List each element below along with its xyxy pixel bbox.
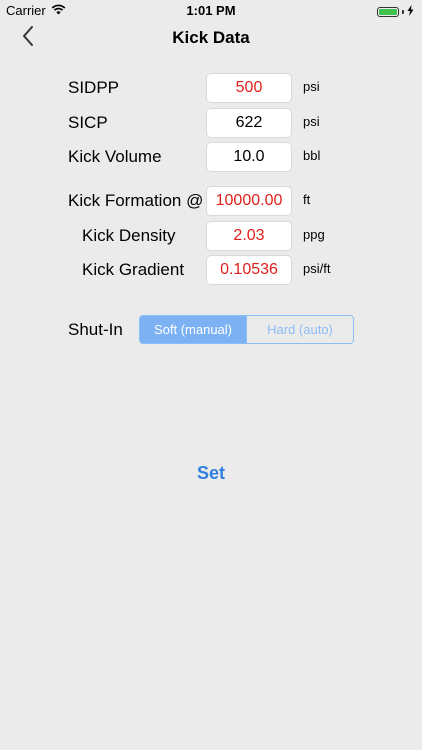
- kick-density-label: Kick Density: [82, 226, 176, 245]
- sicp-field[interactable]: 622: [206, 108, 292, 138]
- sicp-row: SICP 622 psi: [0, 108, 422, 138]
- sicp-label: SICP: [68, 113, 108, 132]
- kick-gradient-unit: psi/ft: [303, 261, 331, 276]
- kick-formation-row: Kick Formation @ 10000.00 ft: [0, 186, 422, 216]
- battery-level-fill: [379, 8, 397, 15]
- kick-volume-row: Kick Volume 10.0 bbl: [0, 142, 422, 172]
- sidpp-unit: psi: [303, 79, 320, 94]
- kick-volume-unit: bbl: [303, 148, 321, 163]
- status-bar: Carrier 1:01 PM: [0, 0, 422, 22]
- kick-formation-unit: ft: [303, 192, 311, 207]
- kick-volume-field[interactable]: 10.0: [206, 142, 292, 172]
- sicp-unit: psi: [303, 114, 320, 129]
- kick-gradient-field[interactable]: 0.10536: [206, 255, 292, 285]
- sidpp-row: SIDPP 500 psi: [0, 73, 422, 103]
- kick-volume-label: Kick Volume: [68, 147, 162, 166]
- status-time: 1:01 PM: [186, 3, 236, 18]
- battery-icon: [377, 6, 399, 17]
- charging-icon: [407, 4, 414, 19]
- shut-in-segmented-control: Soft (manual) Hard (auto): [139, 315, 354, 344]
- sidpp-field[interactable]: 500: [206, 73, 292, 103]
- kick-density-unit: ppg: [303, 227, 325, 242]
- battery-cap: [402, 9, 404, 14]
- shut-in-option-soft[interactable]: Soft (manual): [140, 316, 246, 343]
- shut-in-option-hard[interactable]: Hard (auto): [246, 316, 353, 343]
- kick-formation-field[interactable]: 10000.00: [206, 186, 292, 216]
- kick-formation-label: Kick Formation @: [68, 191, 204, 210]
- kick-gradient-label: Kick Gradient: [82, 260, 185, 279]
- kick-density-field[interactable]: 2.03: [206, 221, 292, 251]
- shut-in-label: Shut-In: [68, 320, 123, 339]
- kick-gradient-row: Kick Gradient 0.10536 psi/ft: [0, 255, 422, 285]
- status-right: [377, 4, 414, 19]
- nav-bar: Kick Data: [0, 22, 422, 52]
- kick-density-row: Kick Density 2.03 ppg: [0, 221, 422, 251]
- page-title: Kick Data: [172, 28, 250, 47]
- sidpp-label: SIDPP: [68, 78, 120, 97]
- set-button[interactable]: Set: [171, 458, 251, 488]
